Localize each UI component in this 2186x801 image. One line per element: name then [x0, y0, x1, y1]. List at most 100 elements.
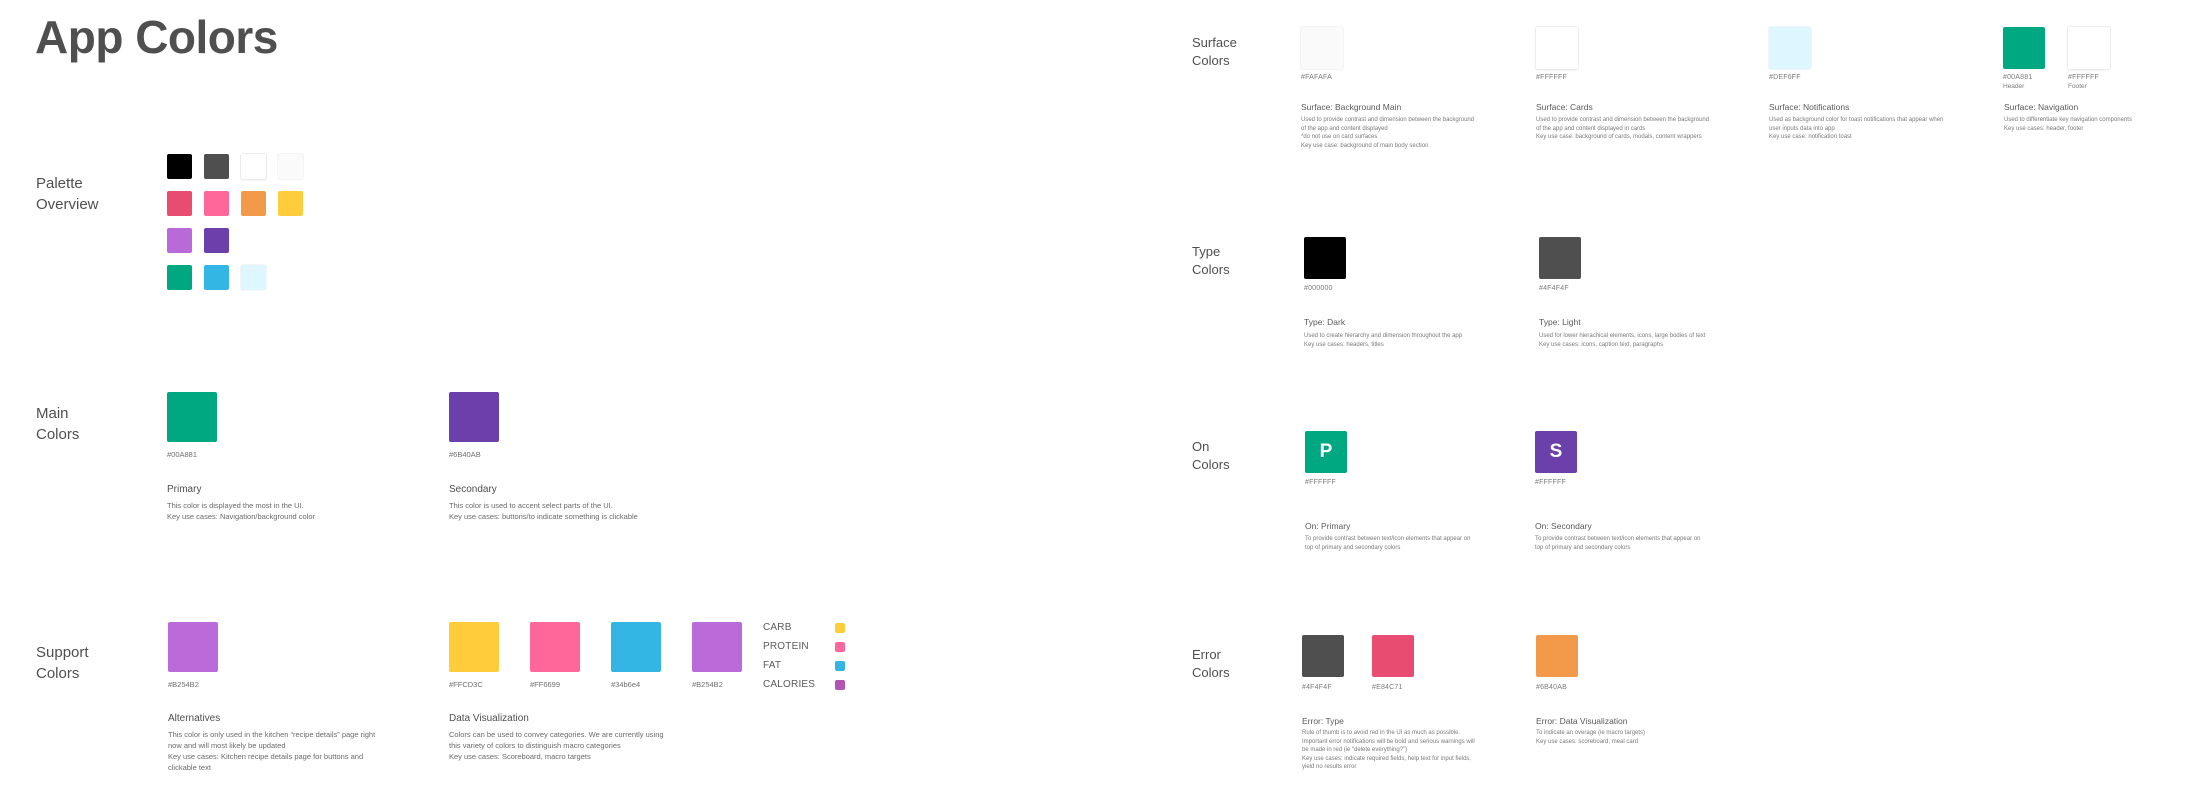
- type-title: Type: Dark: [1304, 317, 1346, 327]
- desc-line: Used to provide contrast and dimension b…: [1536, 117, 1710, 123]
- type-swatch[interactable]: [1304, 237, 1346, 279]
- desc-line: be made in red (ie “delete everything?”): [1302, 747, 1408, 753]
- desc-line: Key use cases: headers, titles: [1304, 341, 1384, 348]
- desc-line: of the app and content displayed: [1301, 125, 1388, 132]
- desc-line: Key use cases: Kitchen recipe details pa…: [168, 752, 364, 761]
- palette-swatch[interactable]: [241, 265, 266, 290]
- support-colors-label: Support Colors: [36, 642, 89, 684]
- error-data-viz-hex: #6B40AB: [1536, 684, 1567, 691]
- desc-line: Key use cases: Scoreboard, macro targets: [449, 752, 591, 761]
- desc-line: This color is only used in the kitchen “…: [168, 730, 376, 739]
- palette-swatch[interactable]: [167, 228, 192, 253]
- palette-swatch[interactable]: [167, 191, 192, 216]
- desc-line: To indicate an overage (ie macro targets…: [1536, 730, 1646, 736]
- surface-swatch[interactable]: [1301, 27, 1343, 69]
- label-line: Palette: [36, 175, 83, 192]
- desc-line: clickable text: [168, 763, 211, 772]
- on-hex: #FFFFFF: [1535, 479, 1566, 486]
- data-viz-hex: #34b6e4: [611, 680, 641, 689]
- legend-swatch-fat[interactable]: [835, 661, 845, 671]
- error-type-hex: #4F4F4F: [1302, 684, 1332, 691]
- navigation-description: Used to differentiate key navigation com…: [2004, 116, 2132, 133]
- data-viz-swatch[interactable]: [449, 622, 499, 672]
- desc-line: To provide contrast between text/icon el…: [1305, 536, 1471, 542]
- secondary-swatch[interactable]: [449, 392, 499, 442]
- on-title: On: Secondary: [1535, 521, 1592, 531]
- surface-title: Surface: Cards: [1536, 102, 1593, 112]
- palette-swatch[interactable]: [204, 228, 229, 253]
- error-data-viz-description: To indicate an overage (ie macro targets…: [1536, 729, 1645, 746]
- desc-line: Key use cases: buttons/to indicate somet…: [449, 512, 638, 521]
- surface-hex: #FAFAFA: [1301, 74, 1332, 81]
- palette-swatch[interactable]: [241, 154, 266, 179]
- page-title: App Colors: [35, 11, 278, 63]
- on-swatch[interactable]: P: [1305, 431, 1347, 473]
- data-viz-hex: #FF6699: [530, 680, 561, 689]
- label-line: Surface: [1192, 35, 1237, 50]
- desc-line: now and will most likely be updated: [168, 741, 286, 750]
- primary-description: This color is displayed the most in the …: [167, 500, 315, 522]
- on-title: On: Primary: [1305, 521, 1351, 531]
- legend-label-carb: CARB: [763, 622, 792, 633]
- error-type-swatch[interactable]: [1372, 635, 1414, 677]
- desc-line: Used to provide contrast and dimension b…: [1301, 117, 1475, 123]
- data-viz-swatch[interactable]: [530, 622, 580, 672]
- desc-line: Key use cases: Navigation/background col…: [167, 512, 316, 521]
- label-line: Colors: [36, 426, 80, 443]
- data-viz-swatch[interactable]: [692, 622, 742, 672]
- label-line: Error: [1192, 647, 1221, 662]
- data-viz-title: Data Visualization: [449, 713, 529, 724]
- label-line: Colors: [1192, 262, 1230, 277]
- desc-line: Rule of thumb is to avoid red in the UI …: [1302, 730, 1461, 736]
- palette-swatch[interactable]: [241, 191, 266, 216]
- desc-line: Used to differentiate key navigation com…: [2004, 117, 2132, 123]
- palette-overview-label: Palette Overview: [36, 173, 99, 215]
- legend-swatch-calories[interactable]: [835, 680, 845, 690]
- error-type-description: Rule of thumb is to avoid red in the UI …: [1302, 729, 1475, 772]
- desc-line: *do not use on card surfaces: [1301, 134, 1378, 140]
- data-viz-swatch[interactable]: [611, 622, 661, 672]
- desc-line: Used to create hierarchy and dimension t…: [1304, 333, 1463, 339]
- on-description: To provide contrast between text/icon el…: [1305, 535, 1470, 552]
- surface-title: Surface: Notifications: [1769, 102, 1850, 112]
- desc-line: top of primary and secondary colors: [1535, 544, 1631, 551]
- desc-line: of the app and content displayed in card…: [1536, 125, 1646, 132]
- on-swatch[interactable]: S: [1535, 431, 1577, 473]
- label-line: Support: [36, 644, 89, 661]
- secondary-hex: #6B40AB: [449, 450, 481, 459]
- error-type-swatch[interactable]: [1302, 635, 1344, 677]
- palette-swatch[interactable]: [167, 154, 192, 179]
- surface-colors-label: Surface Colors: [1192, 34, 1237, 70]
- error-colors-label: Error Colors: [1192, 646, 1230, 682]
- desc-line: This color is used to accent select part…: [449, 501, 613, 510]
- surface-swatch[interactable]: [1536, 27, 1578, 69]
- type-description: Used to create hierarchy and dimension t…: [1304, 332, 1462, 349]
- error-type-hex: #E84C71: [1372, 684, 1403, 691]
- palette-swatch[interactable]: [204, 154, 229, 179]
- on-colors-label: On Colors: [1192, 438, 1230, 474]
- navigation-swatch-header[interactable]: [2003, 27, 2045, 69]
- surface-hex: #DEF6FF: [1769, 74, 1801, 81]
- desc-line: Key use case: notification toast: [1769, 134, 1852, 140]
- surface-title: Surface: Background Main: [1301, 102, 1402, 112]
- error-data-viz-swatch[interactable]: [1536, 635, 1578, 677]
- legend-swatch-carb[interactable]: [835, 623, 845, 633]
- palette-swatch[interactable]: [278, 154, 303, 179]
- legend-swatch-protein[interactable]: [835, 642, 845, 652]
- palette-swatch[interactable]: [204, 191, 229, 216]
- data-viz-hex: #FFCD3C: [449, 680, 483, 689]
- type-swatch[interactable]: [1539, 237, 1581, 279]
- navigation-swatch-footer[interactable]: [2068, 27, 2110, 69]
- desc-line: Key use cases: indicate required fields,…: [1302, 755, 1472, 762]
- on-letter-glyph: P: [1319, 441, 1333, 462]
- surface-swatch[interactable]: [1769, 27, 1811, 69]
- palette-swatch[interactable]: [204, 265, 229, 290]
- alternatives-swatch[interactable]: [168, 622, 218, 672]
- palette-swatch[interactable]: [278, 191, 303, 216]
- label-line: Colors: [1192, 457, 1230, 472]
- primary-swatch[interactable]: [167, 392, 217, 442]
- label-line: Type: [1192, 244, 1221, 259]
- label-line: Overview: [36, 196, 99, 213]
- navigation-hex: #00A881: [2003, 74, 2033, 81]
- palette-swatch[interactable]: [167, 265, 192, 290]
